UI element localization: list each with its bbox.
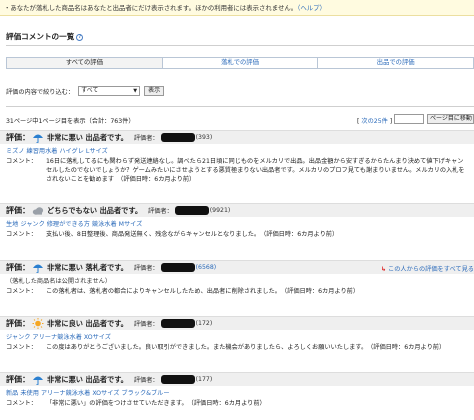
rating-text: どちらでもない 出品者です。 xyxy=(47,205,143,215)
chevron-down-icon: ▼ xyxy=(133,88,138,94)
rating-label: 評価： xyxy=(6,263,30,272)
next-page-link-text[interactable]: 次の25件 xyxy=(361,118,387,125)
redacted-username[interactable] xyxy=(160,133,195,142)
divider xyxy=(6,45,474,46)
filter-select-value: すべて xyxy=(81,87,99,94)
help-link[interactable]: （ヘルプ） xyxy=(297,4,326,12)
section-title-text: 評価コメントの一覧 xyxy=(6,32,75,41)
notice-text: ・あなたが落札した商品名はあなたと出品者にだけ表示されます。ほかの利用者には表示… xyxy=(4,4,298,12)
result-bar: 31ページ中1ページ目を表示（合計：763件） [ 次の25件 ] ページ目に移… xyxy=(0,114,474,126)
comment-label: コメント： xyxy=(6,400,37,407)
review-item: 評価： 非常に良い 出品者です。 評価者： (172) ジャンク アリーナ競泳水… xyxy=(0,316,474,352)
comment-text: この落札者は、落札者の都合によりキャンセルしたため、出品者に削除されました。 （… xyxy=(46,288,360,295)
item-title-link[interactable]: 生地 ジャンク 修理ができる方 競泳水着 Mサイズ xyxy=(0,217,474,228)
all-reviews-from-user-text[interactable]: この人からの評価をすべて見る xyxy=(388,266,474,273)
comment-label: コメント： xyxy=(6,158,37,165)
rating-text: 非常に悪い 出品者です。 xyxy=(47,132,128,142)
reviewer-score-link[interactable]: (6568) xyxy=(196,264,217,271)
reviewer-score: (177) xyxy=(195,376,213,383)
help-icon[interactable]: ? xyxy=(76,34,84,41)
item-title-hidden: （落札した商品名は公開されません） xyxy=(6,278,112,285)
item-title-link[interactable]: ミズノ 練習用水着 ハイグレ Lサイズ xyxy=(0,144,474,155)
page-jump-button[interactable]: ページ目に移動 xyxy=(427,114,474,124)
rating-label: 評価： xyxy=(6,319,30,328)
redacted-username[interactable] xyxy=(174,206,209,215)
review-item: 評価： 非常に悪い 出品者です。 評価者： (177) 新品 未使用 アリーナ競… xyxy=(0,372,474,408)
divider xyxy=(6,106,474,107)
redacted-username[interactable] xyxy=(160,263,195,272)
review-header: 評価： どちらでもない 出品者です。 評価者： (9921) xyxy=(0,203,474,217)
review-header: 評価： 非常に悪い 出品者です。 評価者： (393) xyxy=(0,130,474,144)
comment-row: コメント： 支払い後、8日整理後、商品発送無く、残念ながらキャンセルとなりました… xyxy=(0,228,474,239)
comment-label: コメント： xyxy=(6,288,37,295)
tab-bar: すべての評価 落札での評価 出品での評価 xyxy=(6,57,474,69)
comment-text: 16日に落札してるにも関わらず発送連絡なし。調べたら21日頃に同じものをメルカリ… xyxy=(46,158,465,183)
rating-text: 非常に良い 出品者です。 xyxy=(47,318,128,328)
review-header: 評価： 非常に良い 出品者です。 評価者： (172) xyxy=(0,316,474,330)
comment-text: この度はありがとうございました。良い取引ができました。また機会がありましたら、よ… xyxy=(46,344,446,351)
cloud-icon xyxy=(32,207,44,215)
result-summary: 31ページ中1ページ目を表示（合計：763件） xyxy=(6,118,135,125)
comment-row: コメント： この度はありがとうございました。良い取引ができました。また機会があり… xyxy=(0,341,474,352)
rating-label: 評価： xyxy=(6,206,30,215)
filter-row: 評価の内容で絞り込む： すべて ▼ 表示 xyxy=(6,85,165,97)
comment-row: コメント： 16日に落札してるにも関わらず発送連絡なし。調べたら21日頃に同じも… xyxy=(0,155,474,184)
tab-buyer-reviews[interactable]: 落札での評価 xyxy=(162,57,319,69)
reviewer-label: 評価者： xyxy=(133,321,159,328)
filter-label: 評価の内容で絞り込む： xyxy=(6,88,75,96)
review-item: 評価： 非常に悪い 出品者です。 評価者： (393) ミズノ 練習用水着 ハイ… xyxy=(0,130,474,184)
reviewer-label: 評価者： xyxy=(133,135,159,142)
umbrella-rain-icon xyxy=(32,376,44,385)
all-reviews-from-user-link[interactable]: ↳ この人からの評価をすべて見る xyxy=(381,264,474,273)
tab-seller-reviews[interactable]: 出品での評価 xyxy=(318,57,474,69)
review-item: 評価： 非常に悪い 落札者です。 評価者： (6568) ↳ この人からの評価を… xyxy=(0,260,474,296)
review-item: 評価： どちらでもない 出品者です。 評価者： (9921) 生地 ジャンク 修… xyxy=(0,203,474,239)
reviewer-label: 評価者： xyxy=(148,208,173,215)
reviewer-label: 評価者： xyxy=(133,265,159,272)
rating-label: 評価： xyxy=(6,133,30,142)
rating-label: 評価： xyxy=(6,375,30,384)
redacted-username[interactable] xyxy=(160,375,195,384)
tab-all-reviews[interactable]: すべての評価 xyxy=(6,57,163,69)
notice-bar: ・あなたが落札した商品名はあなたと出品者にだけ表示されます。ほかの利用者には表示… xyxy=(0,0,474,16)
review-header: 評価： 非常に悪い 出品者です。 評価者： (177) xyxy=(0,372,474,386)
filter-display-button[interactable]: 表示 xyxy=(144,86,165,96)
rating-text: 非常に悪い 落札者です。 xyxy=(47,262,128,272)
comment-text: 「非常に悪い」の評価をつけさせていただきます。 （評価日時：6カ月より前） xyxy=(46,400,266,407)
arrow-icon: ↳ xyxy=(380,266,387,273)
rating-text: 非常に悪い 出品者です。 xyxy=(47,374,128,384)
next-page-link[interactable]: [ 次の25件 ] xyxy=(357,116,392,125)
comment-label: コメント： xyxy=(6,231,37,238)
reviewer-score: (172) xyxy=(195,320,213,327)
reviewer-score: (9921) xyxy=(209,207,231,214)
review-header: 評価： 非常に悪い 落札者です。 評価者： (6568) ↳ この人からの評価を… xyxy=(0,260,474,274)
comment-text: 支払い後、8日整理後、商品発送無く、残念ながらキャンセルとなりました。 （評価日… xyxy=(46,231,339,238)
page-number-input[interactable] xyxy=(394,114,424,124)
comment-row: コメント： 「非常に悪い」の評価をつけさせていただきます。 （評価日時：6カ月よ… xyxy=(0,397,474,408)
sun-icon xyxy=(32,318,44,329)
item-title-link[interactable]: 新品 未使用 アリーナ競泳水着 XOサイズ ブラック&ブルー xyxy=(0,386,474,397)
umbrella-rain-icon xyxy=(32,264,44,273)
item-title-link[interactable]: ジャンク アリーナ競泳水着 XOサイズ xyxy=(0,330,474,341)
section-title: 評価コメントの一覧? xyxy=(6,31,84,42)
comment-label: コメント： xyxy=(6,344,37,351)
redacted-username[interactable] xyxy=(160,319,195,328)
reviewer-score: (393) xyxy=(195,134,213,141)
filter-select[interactable]: すべて ▼ xyxy=(78,86,141,96)
reviewer-label: 評価者： xyxy=(133,377,159,384)
comment-row: コメント： この落札者は、落札者の都合によりキャンセルしたため、出品者に削除され… xyxy=(0,285,474,296)
umbrella-rain-icon xyxy=(32,134,44,143)
